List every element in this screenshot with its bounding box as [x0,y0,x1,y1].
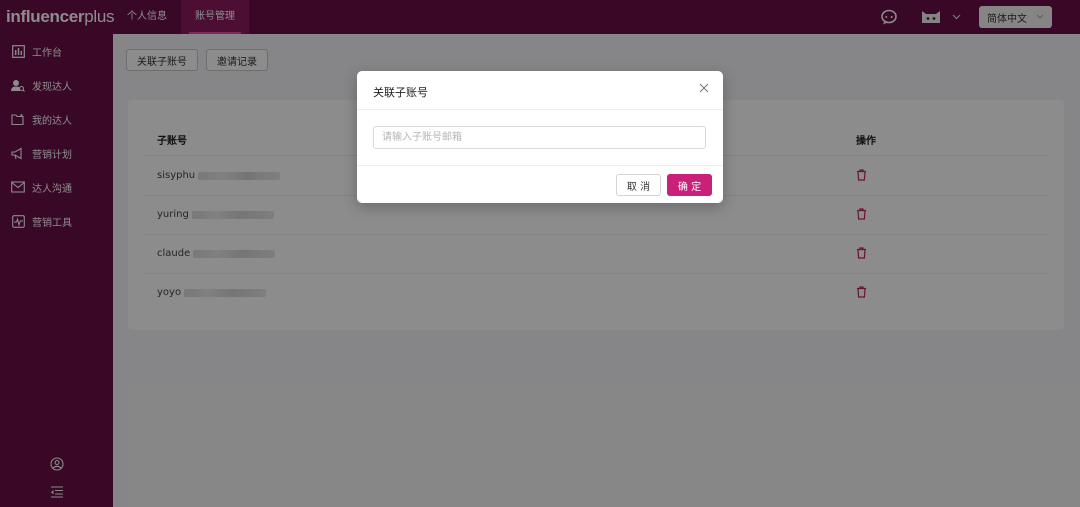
link-sub-account-dialog: 关联子账号 取 消 确 定 [357,71,723,203]
sub-account-email-input[interactable] [373,126,706,149]
dialog-divider [357,109,723,110]
dialog-divider [357,165,723,166]
cancel-button[interactable]: 取 消 [616,174,661,196]
confirm-button[interactable]: 确 定 [667,174,712,196]
close-icon[interactable] [699,83,709,97]
dialog-title: 关联子账号 [373,86,428,99]
